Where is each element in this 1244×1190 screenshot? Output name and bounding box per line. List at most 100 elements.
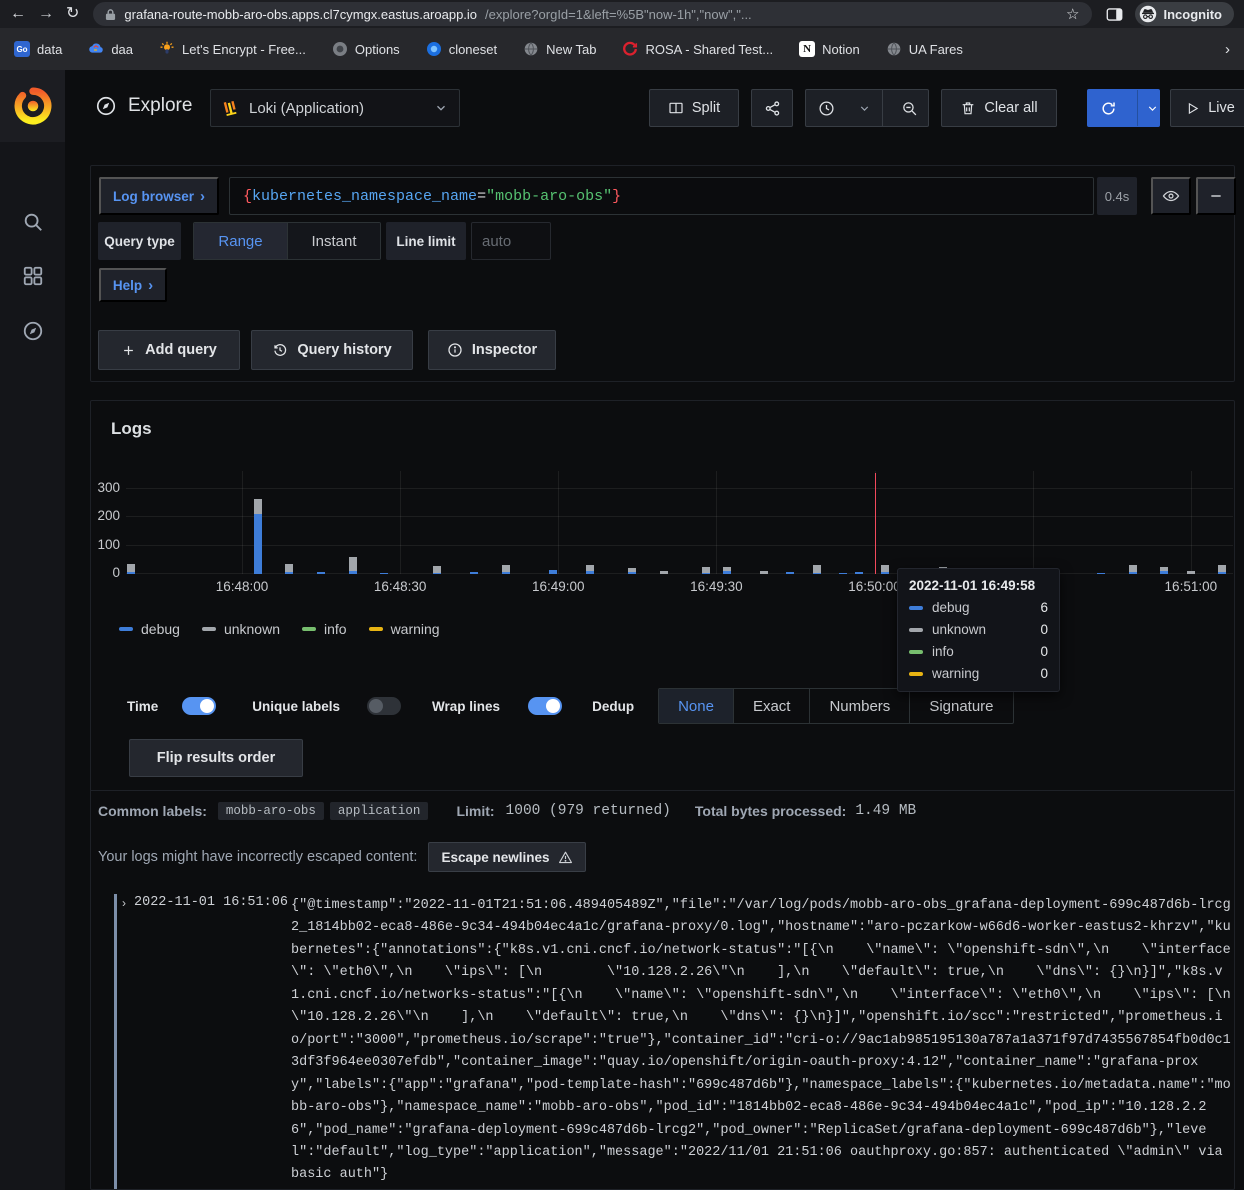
query-type-option-range[interactable]: Range <box>194 223 287 259</box>
refresh-icon <box>1100 100 1117 117</box>
bookmarks-overflow-chevron-icon[interactable]: › <box>1225 41 1230 58</box>
section-divider <box>91 790 1234 791</box>
explore-header: Explore <box>95 95 192 117</box>
live-label: Live <box>1208 100 1235 116</box>
url-host: grafana-route-mobb-aro-obs.apps.cl7cymgx… <box>124 7 477 22</box>
reload-icon[interactable]: ↻ <box>66 6 79 22</box>
logs-panel-title: Logs <box>111 419 152 439</box>
tooltip-series-value: 0 <box>1040 644 1048 659</box>
bookmark-item[interactable]: UA Fares <box>886 41 963 57</box>
wrap-lines-toggle[interactable] <box>528 697 562 715</box>
chart-bar-debug <box>317 572 325 574</box>
dedup-segmented: NoneExactNumbersSignature <box>658 688 1013 724</box>
bookmark-item[interactable]: New Tab <box>523 41 596 57</box>
chart-bar-debug <box>1129 572 1137 574</box>
escape-newlines-button[interactable]: Escape newlines <box>428 842 585 872</box>
logs-volume-chart[interactable] <box>126 471 1233 574</box>
legend-label: unknown <box>224 621 280 637</box>
query-expression-input[interactable]: {kubernetes_namespace_name="mobb-aro-obs… <box>229 177 1094 215</box>
bookmark-star-icon[interactable]: ☆ <box>1066 5 1079 23</box>
log-expand-chevron-icon[interactable]: › <box>122 896 126 910</box>
url-bar[interactable]: grafana-route-mobb-aro-obs.apps.cl7cymgx… <box>93 2 1091 26</box>
lock-icon <box>105 8 116 21</box>
log-browser-button[interactable]: Log browser› <box>99 177 219 215</box>
explore-icon <box>95 95 117 117</box>
query-type-option-instant[interactable]: Instant <box>287 223 380 259</box>
dedup-option-numbers[interactable]: Numbers <box>809 689 909 723</box>
time-toggle[interactable] <box>182 697 216 715</box>
chart-bar-debug <box>470 572 478 574</box>
globe-icon <box>523 41 539 57</box>
globe-icon <box>886 41 902 57</box>
log-message[interactable]: {"@timestamp":"2022-11-01T21:51:06.48940… <box>291 895 1233 1187</box>
dedup-option-exact[interactable]: Exact <box>733 689 810 723</box>
share-button[interactable] <box>751 89 793 127</box>
bookmark-item[interactable]: ROSA - Shared Test... <box>622 41 773 57</box>
clear-all-button[interactable]: Clear all <box>941 89 1057 127</box>
cloneset-icon <box>426 41 442 57</box>
search-icon[interactable] <box>0 202 65 242</box>
time-picker-button[interactable] <box>806 90 846 126</box>
chart-bar-debug <box>839 573 847 574</box>
refresh-button-group <box>1087 89 1160 127</box>
dedup-option-signature[interactable]: Signature <box>909 689 1012 723</box>
tooltip-series-value: 0 <box>1040 622 1048 637</box>
chart-bar-debug <box>786 572 794 574</box>
legend-item-warning[interactable]: warning <box>369 621 440 637</box>
incognito-label: Incognito <box>1164 7 1223 22</box>
tooltip-series-name: unknown <box>932 622 1040 637</box>
query-type-segmented: RangeInstant <box>193 222 381 260</box>
live-button[interactable]: Live <box>1170 89 1244 127</box>
bookmark-item[interactable]: Godata <box>14 41 62 57</box>
x-tick-label: 16:48:00 <box>207 579 277 594</box>
zoom-out-button[interactable] <box>891 90 928 126</box>
flip-results-order-button[interactable]: Flip results order <box>129 739 303 777</box>
y-tick-label: 100 <box>93 537 120 552</box>
bookmark-item[interactable]: cloneset <box>426 41 497 57</box>
time-picker-chevron[interactable] <box>854 90 874 126</box>
grafana-logo[interactable] <box>0 70 65 142</box>
bookmark-item[interactable]: Let's Encrypt - Free... <box>159 41 306 57</box>
bookmark-label: Notion <box>822 42 860 57</box>
datasource-picker[interactable]: Loki (Application) <box>210 89 460 127</box>
incognito-badge: Incognito <box>1135 2 1235 26</box>
trash-icon <box>960 100 976 116</box>
y-tick-label: 0 <box>93 565 120 580</box>
forward-icon[interactable]: → <box>38 6 54 22</box>
side-panel-icon[interactable] <box>1106 7 1123 22</box>
logs-panel: Logs 0100200300 16:48:0016:48:3016:49:00… <box>90 400 1235 1190</box>
bookmark-item[interactable]: daa <box>88 41 133 57</box>
remove-query-button[interactable] <box>1196 177 1236 215</box>
play-icon <box>1185 101 1200 116</box>
inspector-button[interactable]: Inspector <box>428 330 556 370</box>
back-icon[interactable]: ← <box>10 6 26 22</box>
query-visibility-button[interactable] <box>1151 177 1191 215</box>
query-history-button[interactable]: Query history <box>251 330 413 370</box>
line-limit-input[interactable] <box>471 222 551 260</box>
split-button[interactable]: Split <box>649 89 739 127</box>
log-browser-label: Log browser <box>113 189 194 204</box>
dedup-option-none[interactable]: None <box>659 689 733 723</box>
refresh-interval-chevron[interactable] <box>1146 90 1159 126</box>
bookmark-item[interactable]: Options <box>332 41 400 57</box>
bookmark-item[interactable]: N Notion <box>799 41 860 57</box>
total-bytes-value: 1.49 MB <box>855 803 916 819</box>
chart-tooltip: 2022-11-01 16:49:58 debug6unknown0info0w… <box>897 568 1060 692</box>
chart-bar-debug <box>127 572 135 574</box>
help-label: Help <box>113 278 142 293</box>
escape-newlines-label: Escape newlines <box>441 850 549 865</box>
chart-bar-debug <box>285 572 293 574</box>
legend-item-unknown[interactable]: unknown <box>202 621 280 637</box>
chart-bar-unknown <box>813 565 821 572</box>
dashboards-grid-icon[interactable] <box>0 256 65 296</box>
unique-labels-toggle[interactable] <box>367 697 401 715</box>
notion-icon: N <box>799 41 815 57</box>
tooltip-timestamp: 2022-11-01 16:49:58 <box>909 578 1048 593</box>
legend-item-debug[interactable]: debug <box>119 621 180 637</box>
bookmark-label: cloneset <box>449 42 497 57</box>
explore-compass-icon[interactable] <box>0 311 65 351</box>
refresh-button[interactable] <box>1088 90 1129 126</box>
legend-item-info[interactable]: info <box>302 621 347 637</box>
help-button[interactable]: Help› <box>99 268 167 302</box>
add-query-button[interactable]: Add query <box>98 330 240 370</box>
